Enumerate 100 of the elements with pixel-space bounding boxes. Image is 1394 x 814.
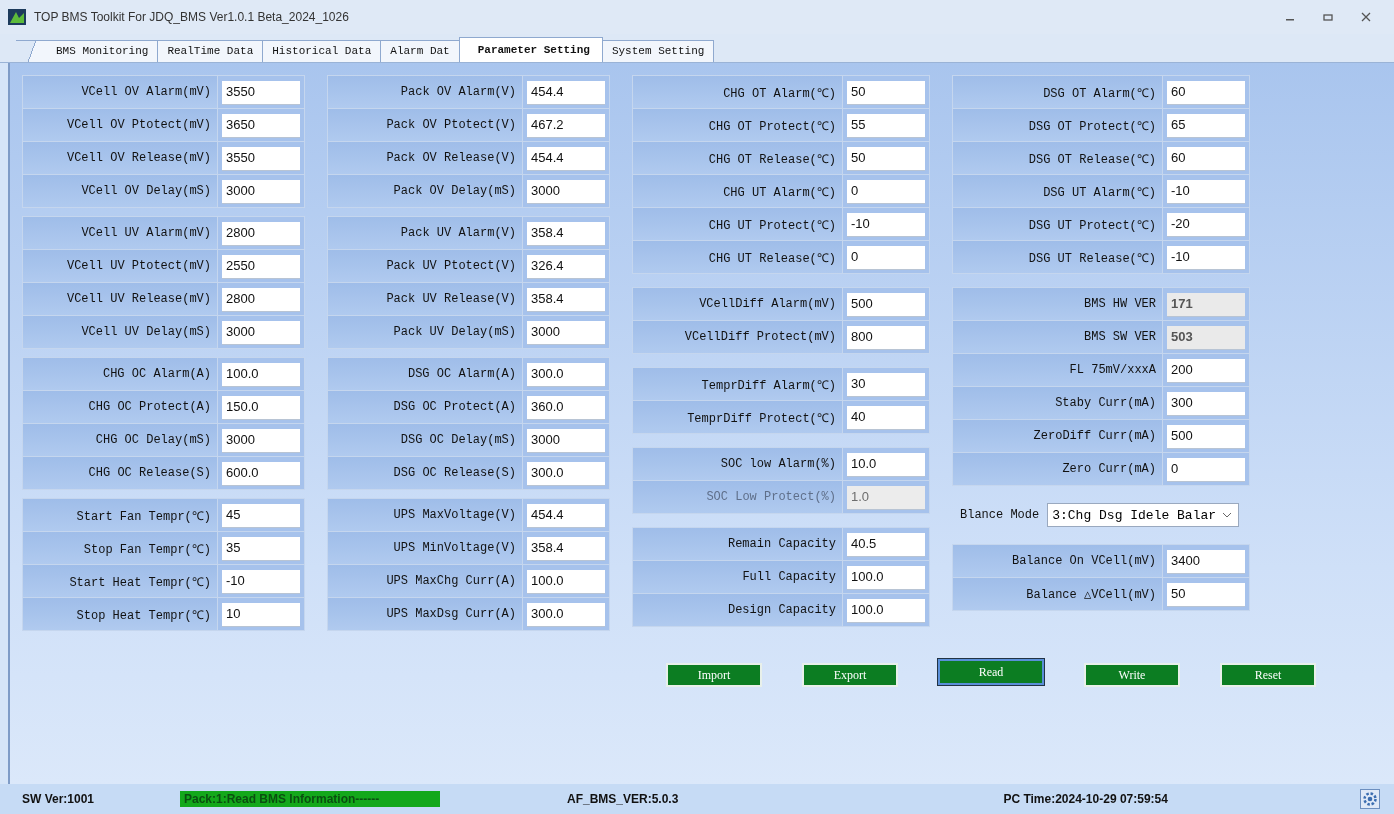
field-label: ZeroDiff Curr(mA) xyxy=(953,420,1163,452)
mode-dropdown[interactable]: 3:Chg Dsg Idele Balar xyxy=(1047,503,1240,527)
input-field[interactable]: 454.4 xyxy=(527,80,605,104)
field-label: Pack UV Alarm(V) xyxy=(328,217,523,249)
input-field[interactable]: -10 xyxy=(1167,245,1245,269)
input-field[interactable]: 326.4 xyxy=(527,254,605,278)
input-field[interactable]: 100.0 xyxy=(527,569,605,593)
field-label: CHG OC Alarm(A) xyxy=(23,358,218,390)
input-field[interactable]: 3000 xyxy=(527,428,605,452)
input-field[interactable]: 100.0 xyxy=(847,565,925,589)
input-field[interactable]: 3550 xyxy=(222,80,300,104)
input-field[interactable]: 45 xyxy=(222,503,300,527)
input-field[interactable]: 0 xyxy=(847,245,925,269)
input-field[interactable]: 3550 xyxy=(222,146,300,170)
input-field[interactable]: 60 xyxy=(1167,146,1245,170)
input-field[interactable]: 3000 xyxy=(527,320,605,344)
input-field[interactable]: 10.0 xyxy=(847,452,925,476)
field-label: Pack OV Ptotect(V) xyxy=(328,109,523,141)
field-label: VCell OV Ptotect(mV) xyxy=(23,109,218,141)
action-button[interactable]: Read xyxy=(938,659,1044,685)
input-field[interactable]: 600.0 xyxy=(222,461,300,485)
tab[interactable]: RealTime Data xyxy=(157,40,264,62)
input-field[interactable]: 358.4 xyxy=(527,221,605,245)
close-icon[interactable] xyxy=(1360,11,1372,23)
action-button[interactable]: Export xyxy=(802,663,898,687)
input-field[interactable]: -20 xyxy=(1167,212,1245,236)
input-field[interactable]: 0 xyxy=(847,179,925,203)
input-field[interactable]: 2800 xyxy=(222,287,300,311)
input-field[interactable]: 100.0 xyxy=(847,598,925,622)
field-label: Start Fan Tempr(℃) xyxy=(23,499,218,531)
input-field[interactable]: 65 xyxy=(1167,113,1245,137)
input-field[interactable]: 3000 xyxy=(222,179,300,203)
input-field[interactable]: 358.4 xyxy=(527,536,605,560)
input-field[interactable]: 0 xyxy=(1167,457,1245,481)
field-label: TemprDiff Protect(℃) xyxy=(633,401,843,433)
input-field[interactable]: 500 xyxy=(847,292,925,316)
input-field[interactable]: 100.0 xyxy=(222,362,300,386)
field-label: VCell UV Alarm(mV) xyxy=(23,217,218,249)
input-field[interactable]: 3400 xyxy=(1167,549,1245,573)
input-field[interactable]: 30 xyxy=(847,372,925,396)
input-field[interactable]: 300.0 xyxy=(527,602,605,626)
software-version: SW Ver:1001 xyxy=(22,792,96,806)
field-label: DSG OC Protect(A) xyxy=(328,391,523,423)
input-field[interactable]: 800 xyxy=(847,325,925,349)
input-field[interactable]: -10 xyxy=(1167,179,1245,203)
field-label: UPS MinVoltage(V) xyxy=(328,532,523,564)
input-field[interactable]: -10 xyxy=(222,569,300,593)
action-button[interactable]: Import xyxy=(666,663,762,687)
field-label: DSG OT Protect(℃) xyxy=(953,109,1163,141)
input-field[interactable]: 60 xyxy=(1167,80,1245,104)
input-field[interactable]: 358.4 xyxy=(527,287,605,311)
input-field[interactable]: 50 xyxy=(847,80,925,104)
settings-icon[interactable] xyxy=(1360,789,1380,809)
input-field[interactable]: 50 xyxy=(1167,582,1245,606)
field-label: Blance Mode xyxy=(960,508,1040,522)
field-label: Zero Curr(mA) xyxy=(953,453,1163,485)
field-label: DSG OC Delay(mS) xyxy=(328,424,523,456)
input-field[interactable]: 300.0 xyxy=(527,461,605,485)
action-button[interactable]: Write xyxy=(1084,663,1180,687)
tab[interactable]: System Setting xyxy=(601,40,715,62)
input-field[interactable]: 300.0 xyxy=(527,362,605,386)
field-label: UPS MaxChg Curr(A) xyxy=(328,565,523,597)
maximize-icon[interactable] xyxy=(1322,11,1334,23)
input-field[interactable]: 150.0 xyxy=(222,395,300,419)
field-label: UPS MaxVoltage(V) xyxy=(328,499,523,531)
input-field[interactable]: 467.2 xyxy=(527,113,605,137)
input-field[interactable]: 50 xyxy=(847,146,925,170)
input-field: 503 xyxy=(1167,325,1245,349)
tab[interactable]: Historical Data xyxy=(262,40,382,62)
field-label: CHG UT Protect(℃) xyxy=(633,208,843,240)
field-label: UPS MaxDsg Curr(A) xyxy=(328,598,523,630)
field-label: Pack OV Alarm(V) xyxy=(328,76,523,108)
input-field[interactable]: 2550 xyxy=(222,254,300,278)
input-field[interactable]: -10 xyxy=(847,212,925,236)
input-field[interactable]: 500 xyxy=(1167,424,1245,448)
input-field[interactable]: 3000 xyxy=(222,428,300,452)
field-label: CHG OC Protect(A) xyxy=(23,391,218,423)
input-field[interactable]: 10 xyxy=(222,602,300,626)
input-field[interactable]: 3650 xyxy=(222,113,300,137)
tab[interactable]: BMS Monitoring xyxy=(16,40,159,62)
field-label: CHG OT Protect(℃) xyxy=(633,109,843,141)
input-field[interactable]: 40.5 xyxy=(847,532,925,556)
tab[interactable]: Alarm Dat xyxy=(380,40,460,62)
input-field[interactable]: 454.4 xyxy=(527,503,605,527)
input-field[interactable]: 3000 xyxy=(222,320,300,344)
field-label: Balance △VCell(mV) xyxy=(953,578,1163,610)
input-field[interactable]: 35 xyxy=(222,536,300,560)
input-field[interactable]: 200 xyxy=(1167,358,1245,382)
input-field[interactable]: 2800 xyxy=(222,221,300,245)
input-field[interactable]: 360.0 xyxy=(527,395,605,419)
field-label: FL 75mV/xxxA xyxy=(953,354,1163,386)
action-button[interactable]: Reset xyxy=(1220,663,1316,687)
tab[interactable]: Parameter Setting xyxy=(458,37,603,62)
input-field[interactable]: 3000 xyxy=(527,179,605,203)
input-field[interactable]: 40 xyxy=(847,405,925,429)
field-label: Start Heat Tempr(℃) xyxy=(23,565,218,597)
input-field[interactable]: 454.4 xyxy=(527,146,605,170)
field-label: BMS HW VER xyxy=(953,288,1163,320)
input-field[interactable]: 55 xyxy=(847,113,925,137)
input-field[interactable]: 300 xyxy=(1167,391,1245,415)
